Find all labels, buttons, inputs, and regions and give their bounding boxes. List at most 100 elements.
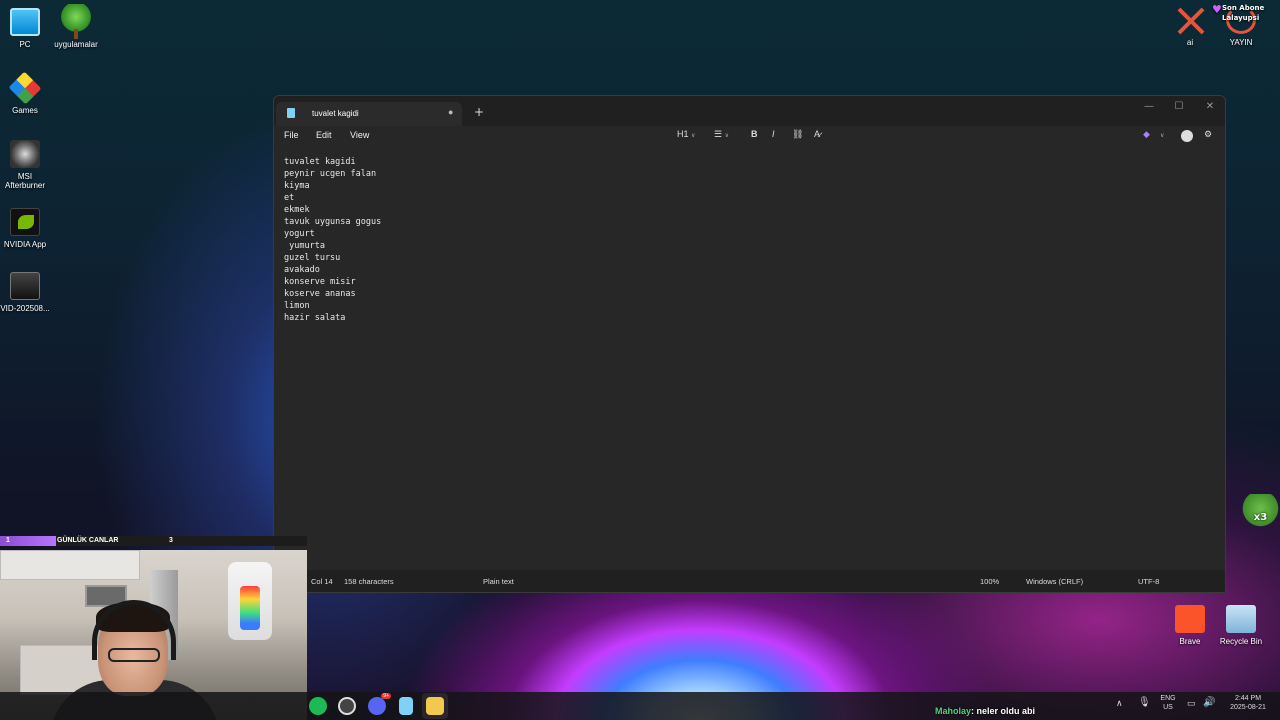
notepad-icon[interactable]: [399, 697, 413, 715]
discord-icon[interactable]: 9+: [368, 693, 391, 715]
text-line: ekmek: [284, 205, 310, 215]
menu-edit[interactable]: Edit: [316, 130, 332, 140]
chevron-down-icon[interactable]: ∨: [1160, 132, 1164, 139]
menu-file[interactable]: File: [284, 130, 299, 140]
text-line: yumurta: [284, 241, 325, 251]
taskbar: 9+ ∧ 🎙 ENG US ▭ 🔊 2:44 PM 2025-08-21: [0, 692, 1280, 720]
desktop-icon-video[interactable]: VID-202508...: [0, 272, 55, 313]
games-icon: [8, 71, 42, 105]
chat-message: : neler oldu abi: [971, 706, 1036, 716]
minimize-icon[interactable]: —: [1134, 101, 1164, 112]
heading-dropdown[interactable]: H1 ∨: [677, 129, 695, 139]
text-line: et: [284, 193, 295, 203]
tree-icon: [61, 4, 91, 39]
menu-view[interactable]: View: [350, 130, 369, 140]
kitchen-cabinet: [0, 550, 140, 580]
lives-right-count: 3: [169, 537, 173, 544]
encoding[interactable]: UTF-8: [1138, 577, 1159, 586]
heart-icon: ♥: [1212, 3, 1222, 16]
spotify-icon[interactable]: [309, 697, 327, 715]
chevron-up-icon[interactable]: ∧: [1116, 698, 1123, 709]
video-thumbnail-icon: [10, 272, 40, 300]
text-line: konserve misir: [284, 277, 356, 287]
desktop-icon-nvidia-app[interactable]: NVIDIA App: [0, 208, 55, 249]
clock[interactable]: 2:44 PM 2025-08-21: [1224, 695, 1272, 711]
msi-afterburner-icon: [10, 140, 40, 168]
subscriber-title: Son Abone: [1222, 4, 1265, 12]
text-editor[interactable]: tuvalet kagidi peynir ucgen falan kiyma …: [274, 148, 1225, 572]
settings-gear-icon[interactable]: ⚙: [1204, 129, 1212, 140]
chat-overlay: Maholay: neler oldu abi: [935, 706, 1035, 716]
chevron-down-icon: ∨: [691, 133, 696, 139]
text-line: hazir salata: [284, 313, 346, 323]
zoom-level[interactable]: 100%: [980, 577, 999, 586]
clock-app-icon[interactable]: [338, 697, 356, 715]
rgb-lamp: [228, 562, 272, 640]
display-icon[interactable]: ▭: [1187, 698, 1196, 709]
lives-label: GÜNLÜK CANLAR: [57, 537, 119, 544]
unsaved-dot-icon[interactable]: ●: [448, 107, 453, 117]
computer-icon: [10, 8, 40, 36]
text-line: limon: [284, 301, 310, 311]
close-x-icon: [1175, 6, 1205, 34]
text-line: tavuk uygunsa gogus: [284, 217, 382, 227]
desktop-icon-recycle-bin[interactable]: Recycle Bin: [1211, 605, 1271, 646]
clear-formatting-icon[interactable]: A̷: [814, 129, 820, 139]
text-line: kiyma: [284, 181, 310, 191]
maximize-icon[interactable]: ☐: [1164, 101, 1194, 112]
chat-username: Maholay: [935, 706, 972, 716]
date: 2025-08-21: [1230, 704, 1266, 711]
text-line: peynir ucgen falan: [284, 169, 377, 179]
close-icon[interactable]: ✕: [1195, 101, 1225, 112]
cursor-position: Col 14: [311, 577, 333, 586]
desktop-icon-label: NVIDIA App: [3, 240, 47, 249]
time: 2:44 PM: [1234, 695, 1262, 702]
bold-icon[interactable]: B: [751, 129, 758, 139]
tab-title: tuvalet kagidi: [312, 109, 359, 118]
copilot-icon[interactable]: ◆: [1143, 129, 1150, 140]
microphone-icon[interactable]: 🎙: [1138, 697, 1151, 708]
italic-icon[interactable]: I: [772, 129, 775, 139]
new-tab-plus-icon[interactable]: +: [474, 105, 484, 119]
language-code: ENG: [1160, 695, 1176, 702]
desktop-icon-label: MSI Afterburner: [4, 172, 46, 190]
region-code: US: [1163, 704, 1173, 711]
line-ending[interactable]: Windows (CRLF): [1026, 577, 1083, 586]
recycle-bin-icon: [1226, 605, 1256, 633]
lives-left-count: 1: [6, 537, 10, 544]
title-bar: tuvalet kagidi ● + — ☐ ✕: [274, 96, 1225, 126]
subscriber-name: Lalayupsi: [1222, 14, 1260, 22]
text-line: guzel tursu: [284, 253, 341, 263]
chevron-down-icon: ∨: [724, 133, 729, 139]
brave-lion-icon: [1175, 605, 1205, 633]
character-count: 158 characters: [344, 577, 394, 586]
daily-lives-bar: 1 GÜNLÜK CANLAR 3: [0, 536, 307, 546]
list-dropdown[interactable]: ☰ ∨: [714, 129, 729, 140]
notepad-icon: [287, 108, 295, 118]
last-subscriber-overlay: ♥ Son Abone Lalayupsi: [1212, 3, 1265, 23]
desktop-icon-games[interactable]: Games: [0, 71, 55, 115]
nvidia-icon: [10, 208, 40, 236]
text-line: koserve ananas: [284, 289, 356, 299]
language-indicator[interactable]: ENG US: [1158, 695, 1178, 711]
notification-badge: 9+: [381, 693, 391, 699]
desktop-icon-label: Games: [12, 106, 38, 115]
frog-emote: x3: [1241, 494, 1280, 530]
heading-label: H1: [677, 129, 689, 139]
desktop-icon-label: Recycle Bin: [1219, 637, 1263, 646]
desktop-icon-label: uygulamalar: [54, 40, 98, 49]
frog-multiplier: x3: [1253, 512, 1268, 523]
status-bar: Col 14 158 characters Plain text 100% Wi…: [274, 570, 1225, 592]
link-icon[interactable]: ⛓: [792, 129, 803, 140]
desktop-icon-msi-afterburner[interactable]: MSI Afterburner: [0, 140, 55, 190]
desktop-icon-uygulamalar[interactable]: uygulamalar: [46, 4, 106, 49]
tab-tuvalet-kagidi[interactable]: tuvalet kagidi ●: [276, 102, 462, 126]
desktop-icon-label: YAYIN: [1229, 38, 1253, 47]
file-explorer-icon[interactable]: [426, 697, 444, 715]
text-line: avakado: [284, 265, 320, 275]
speaker-icon[interactable]: 🔊: [1203, 697, 1215, 708]
notepad-window: tuvalet kagidi ● + — ☐ ✕ File Edit View …: [273, 95, 1226, 593]
account-icon[interactable]: [1181, 130, 1193, 142]
text-format[interactable]: Plain text: [483, 577, 514, 586]
bulleted-list-icon: ☰: [714, 129, 723, 139]
